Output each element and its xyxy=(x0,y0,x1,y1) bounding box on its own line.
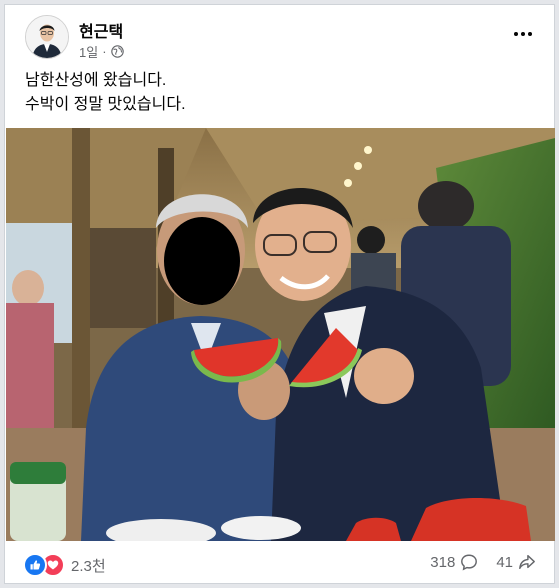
reaction-count: 2.3천 xyxy=(71,557,106,575)
share-count: 41 xyxy=(496,553,513,571)
post-card: 현근택 1일 · 남한산성에 왔습니다. 수박이 정말 맛있습니다. 2.3천 … xyxy=(4,4,555,584)
avatar-portrait-icon xyxy=(26,16,68,58)
post-text-line-2: 수박이 정말 맛있습니다. xyxy=(25,96,186,113)
comment-icon xyxy=(461,554,478,571)
post-timestamp[interactable]: 1일 xyxy=(79,42,98,61)
share-stat[interactable]: 41 xyxy=(496,553,536,571)
comment-count: 318 xyxy=(430,553,456,571)
like-icon xyxy=(23,553,47,577)
author-avatar[interactable] xyxy=(25,15,69,59)
photo-image xyxy=(6,128,555,541)
globe-icon[interactable] xyxy=(110,45,124,58)
engagement-stats: 318 41 xyxy=(430,553,536,571)
author-name[interactable]: 현근택 xyxy=(79,18,123,42)
post-header: 현근택 1일 · xyxy=(5,5,554,67)
post-footer: 2.3천 318 41 xyxy=(5,541,554,585)
post-text: 남한산성에 왔습니다. 수박이 정말 맛있습니다. xyxy=(25,69,525,117)
comment-stat[interactable]: 318 xyxy=(430,553,478,571)
post-photo[interactable] xyxy=(6,128,555,541)
meta-dot: · xyxy=(102,44,107,59)
post-meta: 1일 · xyxy=(79,42,124,61)
reactions-summary[interactable]: 2.3천 xyxy=(23,553,106,577)
post-text-line-1: 남한산성에 왔습니다. xyxy=(25,72,167,89)
more-options-icon[interactable] xyxy=(510,25,536,43)
share-icon xyxy=(519,554,535,570)
